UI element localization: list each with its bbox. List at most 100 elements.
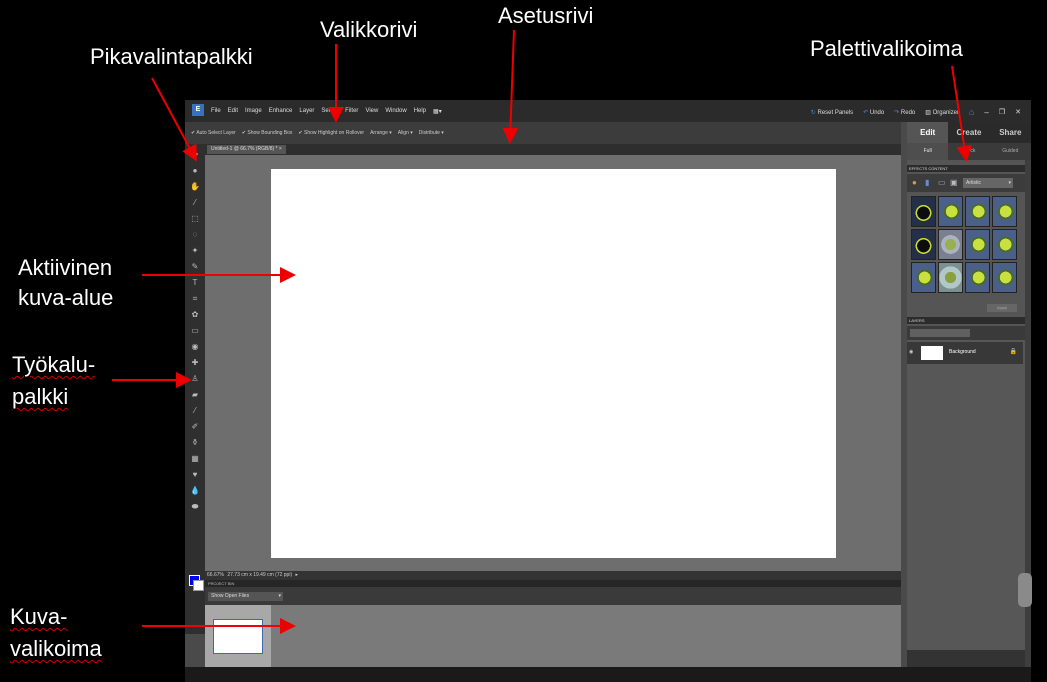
menu-select[interactable]: Select: [321, 108, 338, 115]
undo-button[interactable]: ↶ Undo: [863, 109, 884, 116]
brush-tool-icon[interactable]: ⁄: [190, 406, 200, 415]
menu-image[interactable]: Image: [245, 108, 262, 115]
type-tool-icon[interactable]: T: [190, 278, 200, 287]
visibility-icon[interactable]: ◉: [909, 349, 913, 355]
clone-stamp-tool-icon[interactable]: ♙: [190, 374, 200, 383]
sponge-tool-icon[interactable]: ⬬: [190, 502, 200, 511]
layers-panel-header[interactable]: LAYERS: [907, 317, 1025, 324]
smart-brush-tool-icon[interactable]: ✐: [190, 422, 200, 431]
distribute-dropdown[interactable]: Distribute ▾: [419, 130, 444, 136]
eraser-tool-icon[interactable]: ▰: [190, 390, 200, 399]
redo-button[interactable]: ↷ Redo: [894, 109, 915, 116]
option-auto-select-layer[interactable]: ✔ Auto Select Layer: [191, 130, 236, 136]
panel-bin: Edit Create Share Full Quick Guided EFFE…: [907, 122, 1031, 667]
blend-mode-dropdown[interactable]: [910, 329, 970, 337]
project-bin-header: PROJECT BIN: [205, 580, 901, 587]
selection-brush-tool-icon[interactable]: ✎: [190, 262, 200, 271]
zoom-tool-icon[interactable]: ●: [190, 166, 200, 175]
effects-panel-header[interactable]: EFFECTS CONTENT: [907, 165, 1025, 172]
effect-thumbnail[interactable]: [992, 262, 1017, 293]
organizer-button[interactable]: ▥ Organizer: [925, 109, 959, 116]
open-file-thumbnail[interactable]: [213, 619, 263, 654]
chevron-down-icon: ▾: [278, 593, 281, 599]
lasso-tool-icon[interactable]: ◌: [190, 230, 200, 239]
menu-view[interactable]: View: [365, 108, 378, 115]
image-canvas[interactable]: [271, 169, 836, 558]
close-button[interactable]: ✕: [1015, 108, 1021, 116]
subtab-guided[interactable]: Guided: [990, 143, 1031, 160]
effect-thumbnail[interactable]: [965, 262, 990, 293]
arrange-dropdown[interactable]: Arrange ▾: [370, 130, 392, 136]
effects-toolbar: ● ▮ ▭ ▣ Artistic ▾: [907, 174, 1025, 192]
photo-effects-icon[interactable]: ▭: [938, 178, 946, 187]
red-eye-tool-icon[interactable]: ◉: [190, 342, 200, 351]
spot-healing-tool-icon[interactable]: ✚: [190, 358, 200, 367]
cookie-cutter-tool-icon[interactable]: ✿: [190, 310, 200, 319]
gradient-tool-icon[interactable]: ▦: [190, 454, 200, 463]
effect-thumbnail[interactable]: [938, 229, 963, 260]
menu-enhance[interactable]: Enhance: [269, 108, 293, 115]
effect-thumbnail[interactable]: [911, 262, 936, 293]
annotation-kuva-line2: valikoima: [10, 636, 102, 662]
document-tab[interactable]: Untitled-1 @ 66.7% (RGB/8) * ×: [207, 145, 286, 154]
tab-create[interactable]: Create: [948, 122, 989, 143]
status-arrow-icon[interactable]: ▸: [296, 572, 299, 578]
effects-category-dropdown[interactable]: Artistic ▾: [963, 178, 1013, 188]
option-show-bounding-box[interactable]: ✔ Show Bounding Box: [242, 130, 293, 136]
crop-tool-icon[interactable]: ⌗: [190, 294, 200, 303]
subtab-full[interactable]: Full: [907, 143, 949, 160]
tab-edit[interactable]: Edit: [907, 122, 949, 143]
layer-styles-icon[interactable]: ▮: [925, 178, 929, 187]
menu-filter[interactable]: Filter: [345, 108, 358, 115]
annotation-kuva-text2: valikoima: [10, 636, 102, 661]
paint-bucket-tool-icon[interactable]: ⚱: [190, 438, 200, 447]
align-dropdown[interactable]: Align ▾: [398, 130, 413, 136]
hand-tool-icon[interactable]: ✋: [190, 182, 200, 191]
home-icon[interactable]: ⌂: [969, 107, 974, 117]
panel-collapse-handle[interactable]: [1018, 573, 1032, 607]
menu-help[interactable]: Help: [414, 108, 426, 115]
effect-thumbnail[interactable]: [911, 229, 936, 260]
tools-panel: ✥ ● ✋ ⁄ ⬚ ◌ ✦ ✎ T ⌗ ✿ ▭ ◉ ✚ ♙ ▰ ⁄ ✐ ⚱ ▦ …: [185, 144, 205, 634]
lock-icon: 🔒: [1009, 349, 1017, 355]
all-effects-icon[interactable]: ▣: [950, 178, 958, 187]
option-show-highlight[interactable]: ✔ Show Highlight on Rollover: [298, 130, 364, 136]
edit-subtabs: Full Quick Guided: [907, 143, 1031, 160]
workspace-menu-icon[interactable]: ▦▾: [433, 108, 442, 115]
shape-tool-icon[interactable]: ♥: [190, 470, 200, 479]
minimize-button[interactable]: –: [984, 108, 988, 117]
effect-thumbnail[interactable]: [965, 196, 990, 227]
blur-tool-icon[interactable]: 💧: [190, 486, 200, 495]
option-bounding-box-label: Show Bounding Box: [247, 130, 293, 136]
undo-label: Undo: [869, 109, 885, 116]
effect-thumbnail[interactable]: [992, 229, 1017, 260]
show-files-dropdown[interactable]: Show Open Files ▾: [208, 592, 283, 601]
effect-thumbnail[interactable]: [938, 262, 963, 293]
close-tab-icon[interactable]: ×: [279, 146, 282, 152]
eyedropper-tool-icon[interactable]: ⁄: [190, 198, 200, 207]
canvas-area: [205, 155, 901, 571]
layer-row[interactable]: ◉ Background 🔒: [907, 342, 1023, 364]
effect-thumbnail[interactable]: [911, 196, 936, 227]
background-color-swatch[interactable]: [193, 580, 204, 591]
effect-thumbnail[interactable]: [992, 196, 1017, 227]
effect-thumbnail[interactable]: [938, 196, 963, 227]
marquee-tool-icon[interactable]: ⬚: [190, 214, 200, 223]
annotation-tyokalu-line2: palkki: [12, 384, 68, 410]
menu-file[interactable]: File: [211, 108, 221, 115]
move-tool-icon[interactable]: ✥: [190, 150, 200, 159]
effect-thumbnail[interactable]: [965, 229, 990, 260]
magic-wand-tool-icon[interactable]: ✦: [190, 246, 200, 255]
subtab-quick[interactable]: Quick: [948, 143, 989, 160]
menu-window[interactable]: Window: [385, 108, 406, 115]
restore-button[interactable]: ❐: [999, 108, 1005, 116]
straighten-tool-icon[interactable]: ▭: [190, 326, 200, 335]
redo-icon: ↷: [894, 109, 900, 116]
menu-layer[interactable]: Layer: [299, 108, 314, 115]
reset-panels-button[interactable]: ↻ Reset Panels: [811, 109, 853, 116]
status-bar: 66.67% 27.73 cm x 19.49 cm (72 ppi) ▸: [205, 571, 901, 580]
menu-edit[interactable]: Edit: [228, 108, 238, 115]
apply-button[interactable]: Apply: [987, 304, 1017, 312]
tab-share[interactable]: Share: [990, 122, 1031, 143]
filters-icon[interactable]: ●: [912, 178, 917, 187]
